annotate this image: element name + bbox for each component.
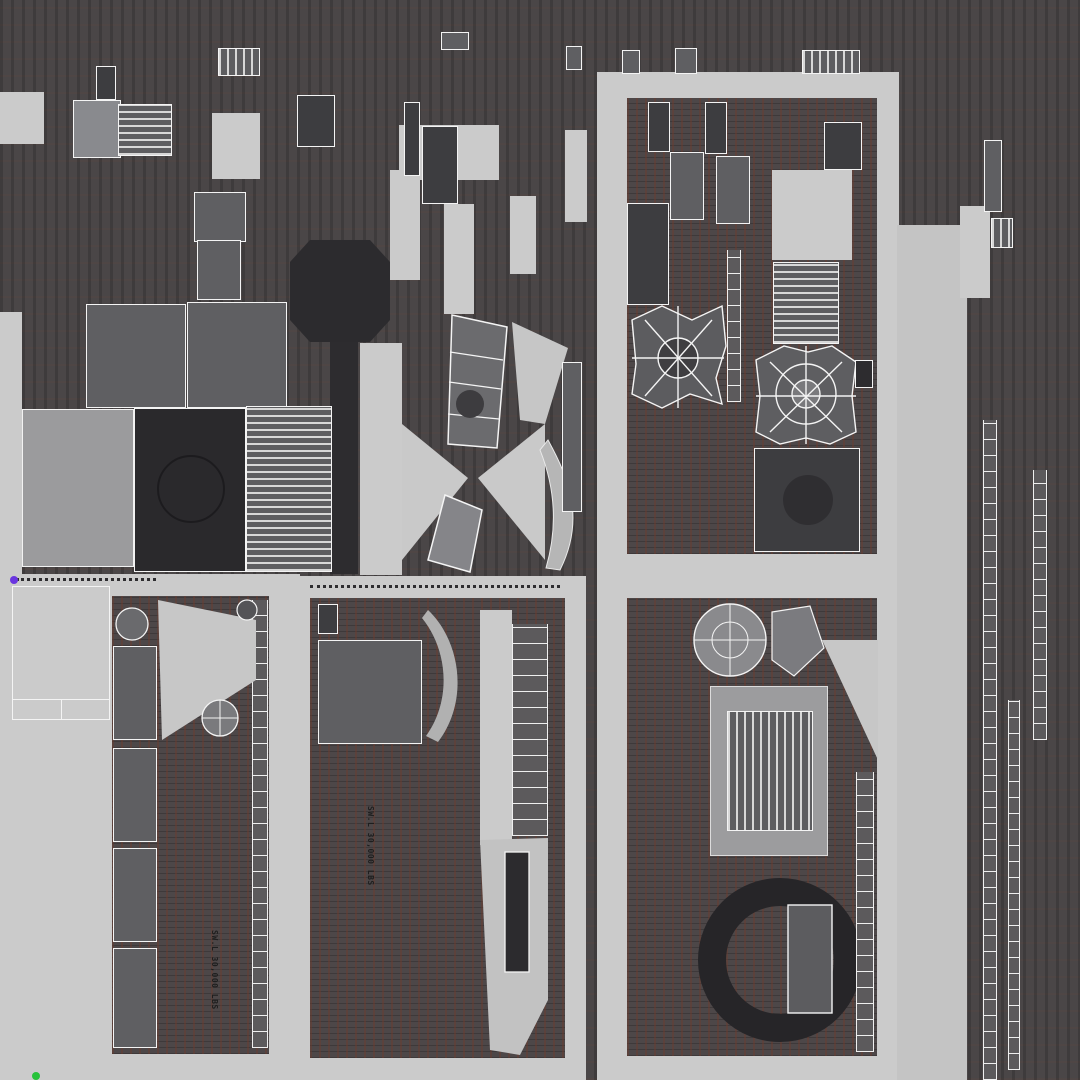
- barcode-panel: [991, 218, 1013, 248]
- pilaster-a: [984, 140, 1002, 212]
- raised-pad: [710, 686, 828, 856]
- column-strip-a: [983, 420, 997, 1080]
- column-strip-c: [1008, 700, 1020, 1070]
- rail-strip-right: [856, 772, 874, 1052]
- green-marker: [32, 1072, 40, 1080]
- uv-seam-b: [310, 585, 560, 588]
- violet-marker: [10, 576, 18, 584]
- uv-seam: [16, 578, 156, 581]
- top-box-b: [566, 46, 582, 70]
- top-box-c: [622, 50, 640, 74]
- top-box-a: [441, 32, 469, 50]
- top-box-d: [675, 48, 697, 74]
- uv-texture-atlas: SW.L 30,000 LBS SW.L 30,000 LBS: [0, 0, 1080, 1080]
- right-pad-details: [693, 603, 878, 1042]
- concrete-chip-g: [960, 206, 990, 298]
- grated-deck: [727, 711, 813, 831]
- top-rail-a: [218, 48, 260, 76]
- top-rail-b: [802, 50, 860, 74]
- column-strip-b: [1033, 470, 1047, 740]
